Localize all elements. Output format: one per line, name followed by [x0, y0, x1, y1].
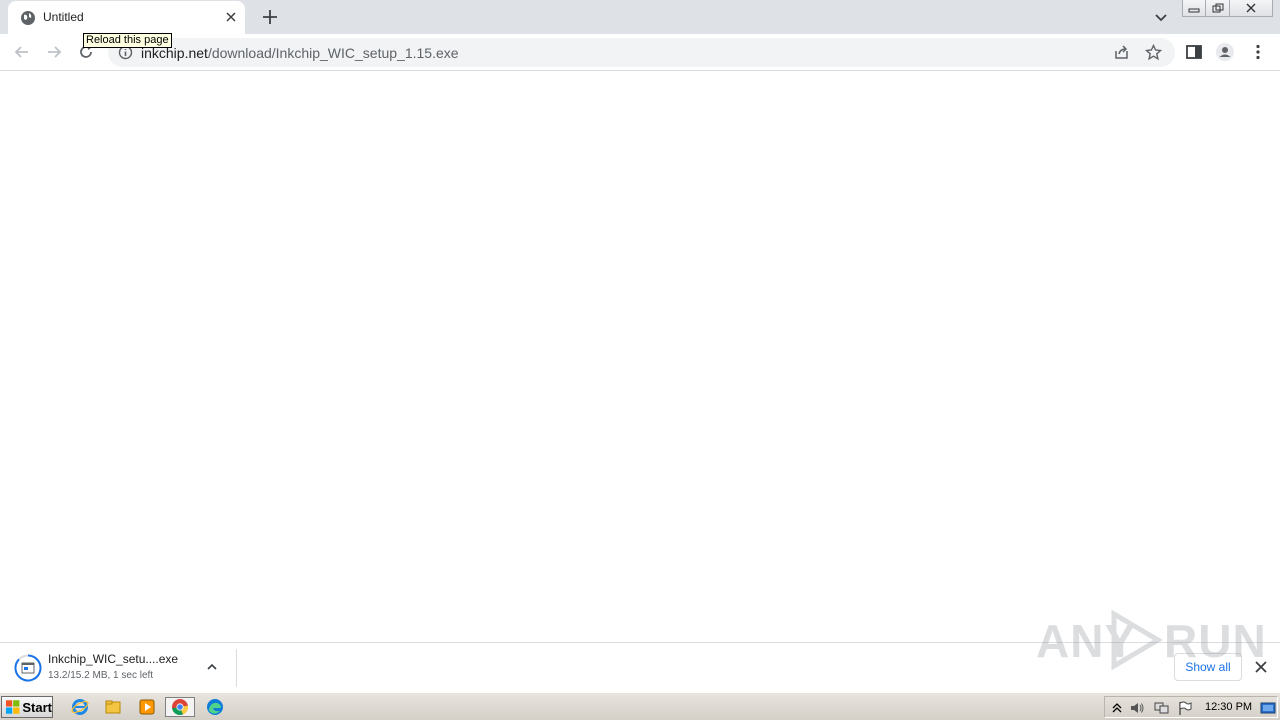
window-controls [1182, 0, 1273, 18]
new-tab-icon[interactable] [260, 7, 280, 27]
internet-explorer-icon [71, 699, 89, 715]
taskbar-ie[interactable] [69, 697, 91, 717]
action-center-flag-icon[interactable] [1177, 700, 1193, 716]
url-text[interactable]: inkchip.net/download/Inkchip_WIC_setup_1… [141, 45, 459, 61]
taskbar-explorer[interactable] [102, 697, 124, 717]
download-progress-icon [14, 654, 42, 682]
browser-window: Untitled inkchip.net/download/Inkchip_WI… [0, 0, 1280, 692]
restore-icon [1212, 3, 1223, 13]
menu-dots-icon[interactable] [1248, 42, 1268, 62]
back-arrow-icon[interactable] [12, 42, 32, 62]
profile-avatar-icon[interactable] [1215, 42, 1235, 62]
play-logo-icon [1111, 610, 1163, 670]
start-label: Start [22, 699, 52, 715]
tab-title: Untitled [43, 10, 84, 24]
anyrun-watermark: ANY RUN [1036, 608, 1266, 672]
taskbar-chrome[interactable] [165, 697, 195, 717]
toolbar: inkchip.net/download/Inkchip_WIC_setup_1… [0, 34, 1280, 71]
forward-arrow-icon[interactable] [44, 42, 64, 62]
address-bar[interactable]: inkchip.net/download/Inkchip_WIC_setup_1… [108, 38, 1175, 67]
media-player-icon [139, 699, 155, 715]
folder-icon [105, 700, 121, 714]
close-window-button[interactable] [1230, 0, 1273, 17]
watermark-right: RUN [1164, 615, 1267, 667]
clock[interactable]: 12:30 PM [1205, 701, 1252, 713]
tab-close-icon[interactable] [223, 9, 239, 25]
minimize-icon [1188, 8, 1200, 13]
tab-untitled[interactable]: Untitled [8, 1, 245, 34]
chevron-up-icon[interactable] [205, 660, 219, 674]
close-icon [1246, 3, 1256, 13]
show-desktop-icon[interactable] [1260, 700, 1276, 716]
minimize-button[interactable] [1182, 0, 1206, 17]
download-status: 13.2/15.2 MB, 1 sec left [48, 670, 154, 681]
system-tray: 12:30 PM [1104, 696, 1278, 718]
network-icon[interactable] [1153, 700, 1169, 716]
download-filename: Inkchip_WIC_setu....exe [48, 652, 179, 666]
volume-icon[interactable] [1129, 700, 1145, 716]
taskbar-media-player[interactable] [136, 697, 158, 717]
restore-button[interactable] [1206, 0, 1230, 17]
taskbar: Start 12:30 PM [0, 692, 1280, 720]
bookmark-star-icon[interactable] [1145, 44, 1162, 61]
chevron-down-icon[interactable] [1152, 8, 1170, 26]
side-panel-icon[interactable] [1184, 42, 1204, 62]
reload-tooltip: Reload this page [83, 33, 172, 48]
shelf-divider [236, 649, 237, 687]
tray-expand-icon[interactable] [1109, 700, 1125, 716]
start-button[interactable]: Start [1, 696, 53, 718]
chrome-icon [172, 699, 189, 715]
tab-strip: Untitled [0, 0, 1280, 34]
windows-logo-icon [5, 700, 20, 714]
taskbar-edge[interactable] [204, 697, 226, 717]
edge-icon [207, 699, 223, 715]
globe-icon [21, 11, 35, 25]
share-icon[interactable] [1113, 44, 1130, 61]
url-path: /download/Inkchip_WIC_setup_1.15.exe [207, 45, 459, 61]
